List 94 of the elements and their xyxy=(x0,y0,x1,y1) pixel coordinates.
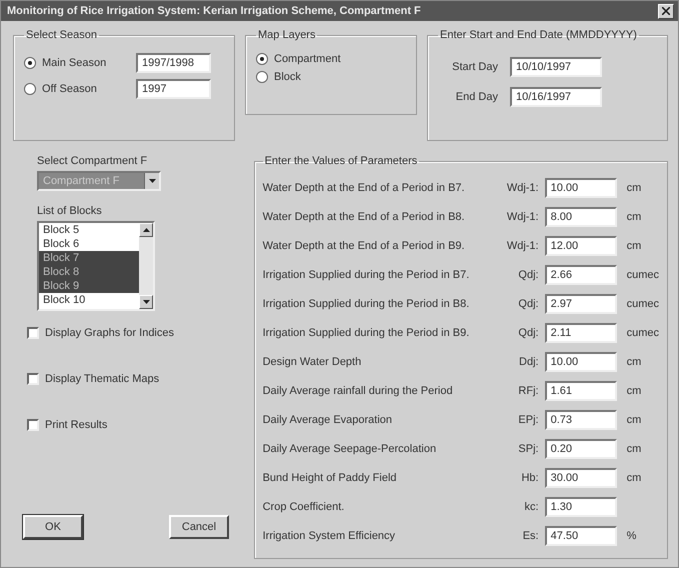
parameter-field[interactable]: 10.00 xyxy=(544,178,617,198)
radio-button[interactable] xyxy=(256,71,268,83)
parameter-label: Irrigation Supplied during the Period in B8. xyxy=(262,298,470,310)
parameter-label: Bund Height of Paddy Field xyxy=(262,472,398,484)
unit-label: cm xyxy=(626,442,642,454)
list-item[interactable]: Block 9 xyxy=(39,279,139,293)
radio-label: Compartment xyxy=(274,53,341,65)
unit-label: cm xyxy=(626,472,642,484)
unit-label: cm xyxy=(626,414,642,426)
unit-label: cm xyxy=(626,210,642,222)
down-arrow-icon xyxy=(142,300,150,304)
radio-label: Off Season xyxy=(42,83,98,95)
parameter-symbol: Ddj: xyxy=(518,356,540,368)
parameter-field[interactable]: 30.00 xyxy=(544,468,617,488)
unit-label: cm xyxy=(626,240,642,252)
blocks-label: List of Blocks xyxy=(37,205,103,217)
parameter-symbol: Wdj-1: xyxy=(506,240,540,252)
parameter-label: Daily Average rainfall during the Period xyxy=(262,384,454,396)
parameter-symbol: kc: xyxy=(524,500,540,512)
group-title: Enter the Values of Parameters xyxy=(264,155,418,167)
close-button[interactable] xyxy=(658,4,674,18)
checkbox-label: Display Graphs for Indices xyxy=(45,327,174,339)
compartment-label: Select Compartment F xyxy=(37,155,148,167)
parameter-symbol: EPj: xyxy=(517,414,540,426)
radio-button[interactable] xyxy=(24,57,36,69)
parameter-symbol: Qdj: xyxy=(517,268,540,280)
date-field[interactable]: 10/16/1997 xyxy=(510,87,602,107)
parameter-field[interactable]: 12.00 xyxy=(544,236,617,256)
date-label: Start Day xyxy=(451,61,498,73)
parameter-label: Water Depth at the End of a Period in B9. xyxy=(262,240,466,252)
season-field[interactable]: 1997/1998 xyxy=(136,53,211,73)
parameter-label: Design Water Depth xyxy=(262,356,362,368)
season-field[interactable]: 1997 xyxy=(136,79,211,99)
parameter-symbol: Qdj: xyxy=(517,326,540,338)
parameter-symbol: RFj: xyxy=(517,384,540,396)
list-item[interactable]: Block 10 xyxy=(39,293,139,307)
group-title: Map Layers xyxy=(257,29,316,41)
parameter-label: Irrigation Supplied during the Period in B7. xyxy=(262,268,470,280)
radio-button[interactable] xyxy=(256,53,268,65)
parameter-label: Irrigation Supplied during the Period in B9. xyxy=(262,326,470,338)
list-item[interactable]: Block 6 xyxy=(39,237,139,251)
parameter-label: Water Depth at the End of a Period in B8. xyxy=(262,210,466,222)
unit-label: cm xyxy=(626,356,642,368)
parameter-symbol: Es: xyxy=(522,530,540,542)
scroll-up-button[interactable] xyxy=(139,223,153,237)
close-icon xyxy=(662,7,670,15)
parameter-field[interactable]: 8.00 xyxy=(544,206,617,226)
scrollbar[interactable] xyxy=(139,223,153,309)
cancel-button[interactable]: Cancel xyxy=(169,515,229,539)
parameter-label: Water Depth at the End of a Period in B7. xyxy=(262,182,466,194)
checkbox[interactable] xyxy=(27,419,39,431)
unit-label: % xyxy=(626,530,636,542)
parameter-symbol: Hb: xyxy=(520,472,540,484)
parameter-field[interactable]: 1.30 xyxy=(544,496,617,516)
checkbox-label: Print Results xyxy=(45,419,108,431)
group-title: Select Season xyxy=(25,29,98,41)
scroll-down-button[interactable] xyxy=(139,295,153,309)
unit-label: cm xyxy=(626,384,642,396)
date-label: End Day xyxy=(454,91,498,103)
parameter-label: Crop Coefficient. xyxy=(262,500,346,512)
list-item[interactable]: Block 8 xyxy=(39,265,139,279)
parameter-field[interactable]: 10.00 xyxy=(544,352,617,372)
parameter-field[interactable]: 0.73 xyxy=(544,410,617,430)
parameter-label: Daily Average Evaporation xyxy=(262,414,394,426)
checkbox-label: Display Thematic Maps xyxy=(45,373,160,385)
list-item[interactable]: Block 7 xyxy=(39,251,139,265)
parameter-field[interactable]: 2.11 xyxy=(544,322,617,342)
unit-label: cumec xyxy=(626,326,659,338)
parameter-label: Irrigation System Efficiency xyxy=(262,530,396,542)
parameter-symbol: Wdj-1: xyxy=(506,182,540,194)
unit-label: cumec xyxy=(626,268,659,280)
parameter-field[interactable]: 1.61 xyxy=(544,380,617,400)
parameter-field[interactable]: 2.97 xyxy=(544,294,617,314)
radio-label: Main Season xyxy=(42,57,108,69)
up-arrow-icon xyxy=(142,228,150,232)
parameter-symbol: Wdj-1: xyxy=(506,210,540,222)
radio-label: Block xyxy=(274,71,301,83)
unit-label: cm xyxy=(626,182,642,194)
caret-icon xyxy=(148,179,156,183)
checkbox[interactable] xyxy=(27,327,39,339)
date-field[interactable]: 10/10/1997 xyxy=(510,57,602,77)
parameter-symbol: SPj: xyxy=(517,442,540,454)
parameter-symbol: Qdj: xyxy=(517,298,540,310)
radio-button[interactable] xyxy=(24,83,36,95)
parameter-label: Daily Average Seepage-Percolation xyxy=(262,442,438,454)
group-title: Enter Start and End Date (MMDDYYYY) xyxy=(439,29,638,41)
ok-button[interactable]: OK xyxy=(23,515,83,539)
parameter-field[interactable]: 2.66 xyxy=(544,264,617,284)
parameter-field[interactable]: 0.20 xyxy=(544,438,617,458)
parameter-field[interactable]: 47.50 xyxy=(544,526,617,546)
checkbox[interactable] xyxy=(27,373,39,385)
unit-label: cumec xyxy=(626,298,659,310)
list-item[interactable]: Block 5 xyxy=(39,223,139,237)
window-title: Monitoring of Rice Irrigation System: Kerian Irrigation Scheme, Compartment F xyxy=(7,5,421,17)
